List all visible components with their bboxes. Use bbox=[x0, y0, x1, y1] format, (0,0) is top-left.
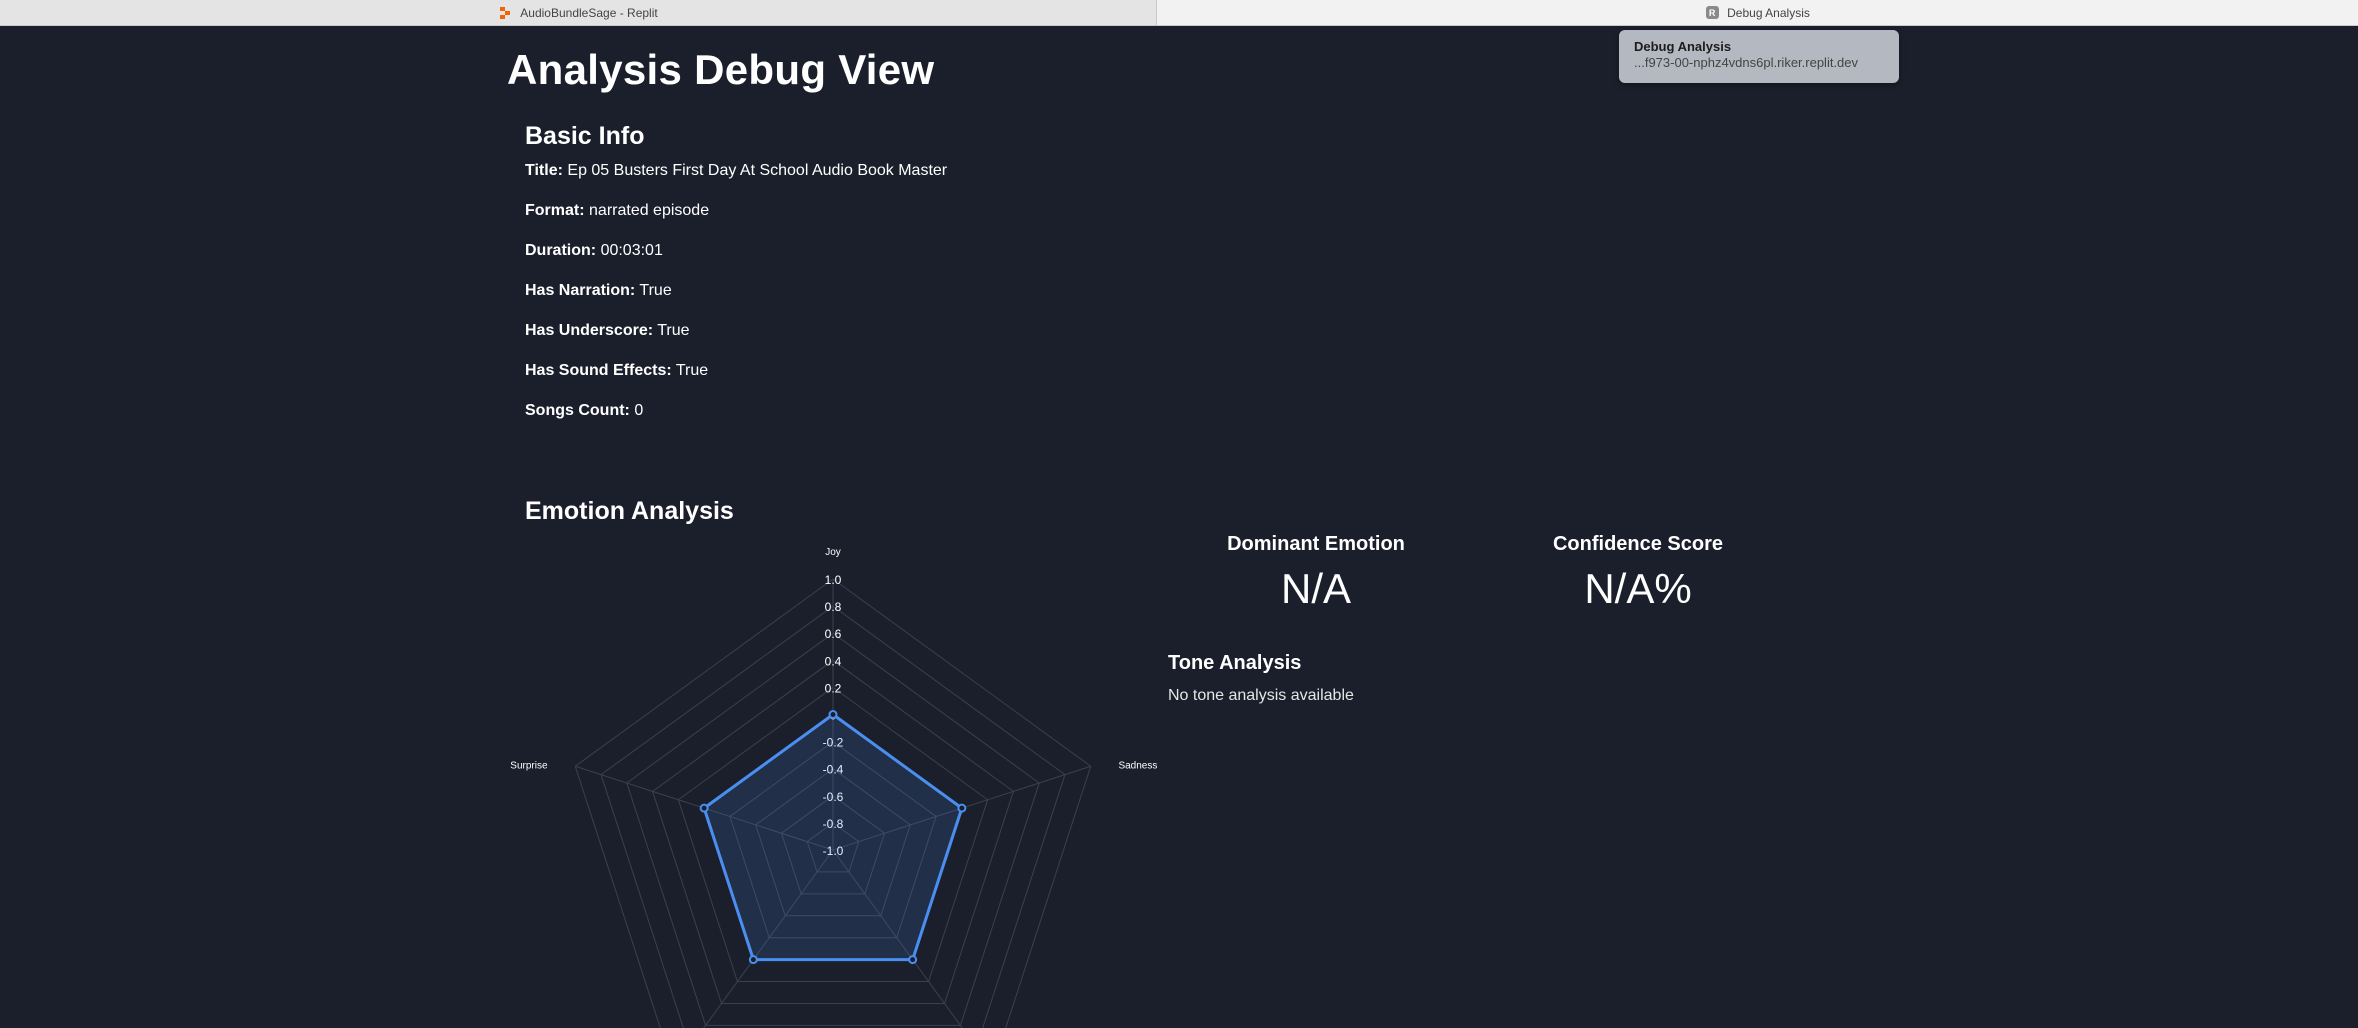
dominant-emotion-value: N/A bbox=[1280, 565, 1351, 612]
radar-data-point bbox=[908, 955, 918, 965]
radar-tick-label: 0.2 bbox=[825, 681, 842, 695]
radar-axis-label-sadness: Sadness bbox=[1118, 760, 1157, 771]
radar-tick-label: 0.6 bbox=[825, 627, 842, 641]
radar-series-area bbox=[702, 713, 964, 962]
emotion-radar-chart: 1.00.80.60.40.20-0.2-0.4-0.6-0.8-1.0JoyS… bbox=[510, 547, 1157, 1028]
dominant-emotion-label: Dominant Emotion bbox=[1227, 533, 1405, 555]
radar-axis-label-joy: Joy bbox=[825, 547, 841, 558]
radar-tick-label: 0.8 bbox=[825, 600, 842, 614]
tone-analysis-text: No tone analysis available bbox=[1168, 687, 1354, 704]
radar-tick-label: 0.4 bbox=[825, 654, 842, 668]
radar-data-point bbox=[957, 803, 967, 813]
radar-data-point bbox=[699, 803, 709, 813]
radar-data-point bbox=[828, 710, 838, 719]
radar-axis-label-surprise: Surprise bbox=[510, 760, 548, 771]
radar-data-point bbox=[748, 955, 758, 965]
confidence-score-value: N/A% bbox=[1584, 565, 1692, 612]
radar-tick-label: 1.0 bbox=[825, 573, 842, 587]
confidence-score-label: Confidence Score bbox=[1552, 533, 1724, 555]
tone-analysis-heading: Tone Analysis bbox=[1168, 652, 1302, 674]
